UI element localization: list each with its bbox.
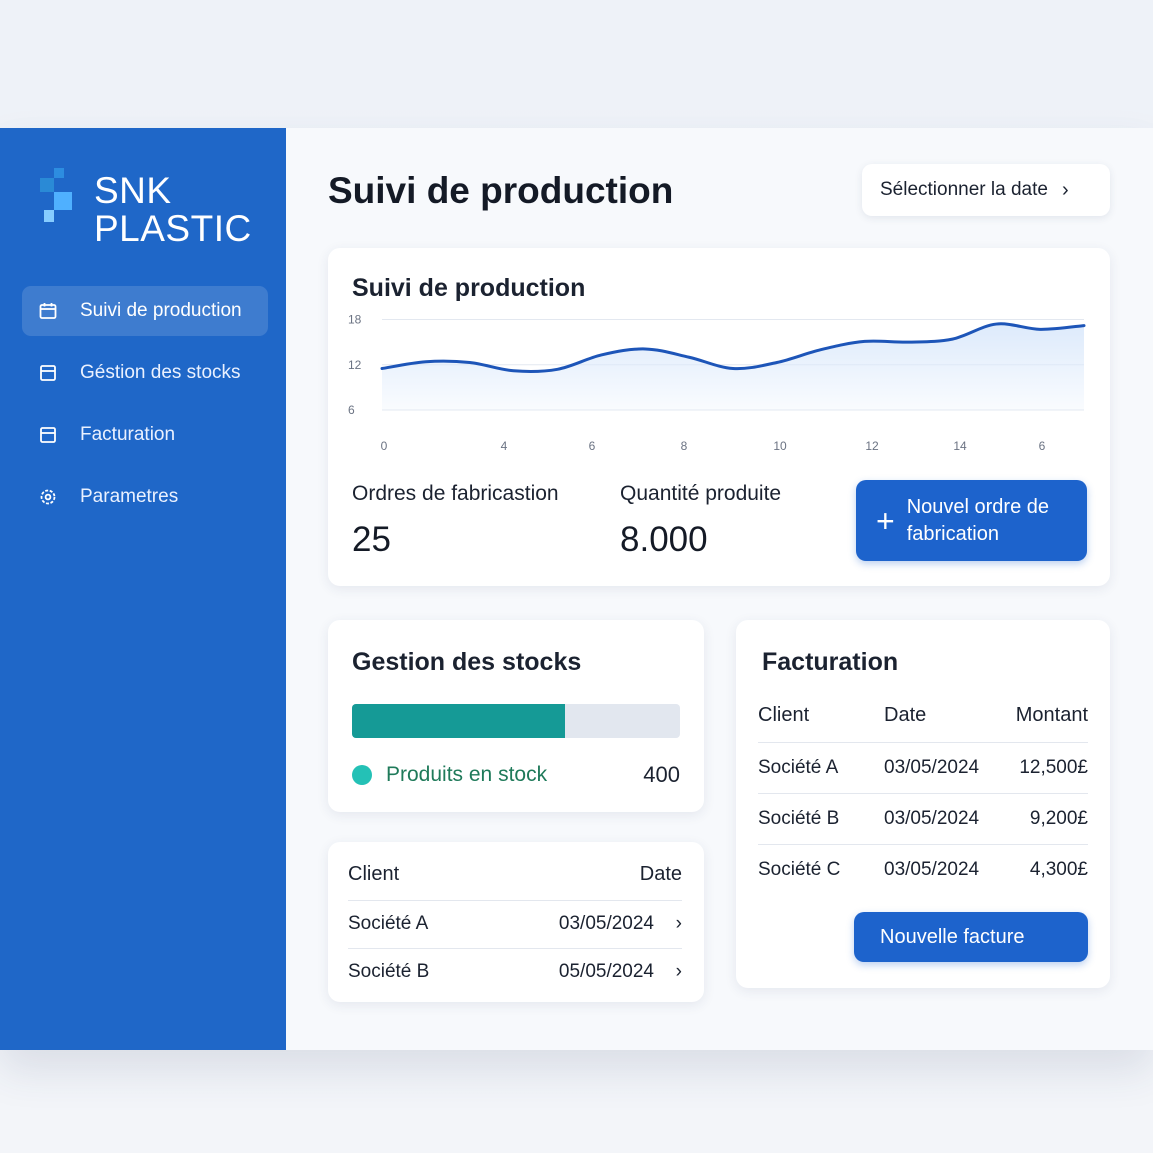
clients-table: Client Date Société A 03/05/2024 › Socié… <box>348 850 682 996</box>
calendar-icon <box>38 301 58 321</box>
table-row[interactable]: Société B 05/05/2024 › <box>348 948 682 996</box>
date-cell: 03/05/2024 <box>884 793 1000 845</box>
stock-progress-bar <box>352 704 680 738</box>
quantity-value: 8.000 <box>620 520 708 559</box>
date-cell: 03/05/2024 <box>884 858 980 880</box>
billing-card-title: Facturation <box>762 648 899 676</box>
select-date-label: Sélectionner la date <box>880 179 1048 200</box>
column-header-client: Client <box>758 690 884 743</box>
date-cell: 03/05/2024 <box>489 900 654 949</box>
new-order-button[interactable]: + Nouvel ordre de fabrication <box>856 480 1087 561</box>
date-cell: 03/05/2024 <box>884 742 1000 794</box>
column-header-client: Client <box>348 850 490 901</box>
sidebar-item-label: Facturation <box>80 424 176 445</box>
orders-label: Ordres de fabricastion <box>352 482 559 505</box>
billing-table: Client Date Montant Société A 03/05/2024… <box>758 690 1088 895</box>
date-cell: 05/05/2024 <box>558 961 654 983</box>
production-chart: 18 12 6 0 4 6 8 10 12 14 6 <box>348 313 1086 453</box>
amount-cell: 9,200£ <box>999 793 1088 845</box>
stock-legend-value: 400 <box>643 762 680 787</box>
column-header-montant: Montant <box>999 690 1088 743</box>
billing-card: Facturation Client Date Montant Société … <box>736 620 1110 988</box>
stock-legend-dot <box>352 765 372 785</box>
client-cell: Société A <box>348 900 490 949</box>
orders-value: 25 <box>352 520 391 559</box>
client-cell: Société B <box>348 961 430 983</box>
client-cell: Société B <box>758 793 884 845</box>
chart-x-tick-label: 14 <box>953 439 967 453</box>
table-row[interactable]: Société C 03/05/2024 4,300£ <box>758 844 1088 895</box>
select-date-button[interactable]: Sélectionner la date › <box>862 164 1110 216</box>
new-order-label: Nouvel ordre de fabrication <box>906 495 1049 545</box>
stock-progress-fill <box>352 704 566 738</box>
amount-cell: 4,300£ <box>1029 858 1088 880</box>
table-row[interactable]: Société B 03/05/2024 9,200£ <box>758 793 1088 845</box>
clients-card: Client Date Société A 03/05/2024 › Socié… <box>328 842 704 1002</box>
stock-card: Gestion des stocks Produits en stock 400 <box>328 620 704 812</box>
chart-x-tick-label: 0 <box>381 439 388 453</box>
chart-y-tick-label: 6 <box>348 403 355 417</box>
column-header-date: Date <box>489 850 682 901</box>
plus-icon: + <box>876 502 895 539</box>
new-invoice-label: Nouvelle facture <box>880 925 1025 948</box>
client-cell: Société C <box>758 858 841 880</box>
brand-line-2: PLASTIC <box>94 208 252 249</box>
new-invoice-button[interactable]: Nouvelle facture <box>854 912 1088 962</box>
sidebar-item-suivi-production[interactable]: Suivi de production <box>22 286 268 336</box>
sidebar-item-facturation[interactable]: Facturation <box>22 410 268 460</box>
column-header-date: Date <box>884 690 1000 743</box>
billing-table-header: Client Date Montant <box>758 690 1088 743</box>
clients-table-header: Client Date <box>348 850 682 901</box>
brand-logo: SNK PLASTIC <box>40 168 268 248</box>
table-row[interactable]: Société A 03/05/2024 › <box>348 900 682 949</box>
sidebar-item-label: Parametres <box>80 486 179 507</box>
brand-name: SNK PLASTIC <box>94 168 252 248</box>
chevron-right-icon: › <box>1061 178 1069 201</box>
production-card: Suivi de production 18 12 6 0 4 6 8 10 12 14 6 Ord… <box>328 248 1110 586</box>
chart-x-tick-label: 10 <box>773 439 787 453</box>
sidebar-item-gestion-stocks[interactable]: Géstion des stocks <box>22 348 268 398</box>
stock-legend-label: Produits en stock <box>386 763 548 786</box>
chart-y-tick-label: 18 <box>348 313 362 327</box>
chevron-right-icon[interactable]: › <box>654 948 682 996</box>
invoice-icon <box>38 425 58 445</box>
box-icon <box>38 363 58 383</box>
sidebar-item-parametres[interactable]: Parametres <box>22 472 268 522</box>
logo-mark-icon <box>40 168 80 228</box>
chart-x-tick-label: 6 <box>1039 439 1046 453</box>
amount-cell: 12,500£ <box>999 742 1088 794</box>
main-content: Suivi de production Sélectionner la date… <box>286 128 1153 1050</box>
page-title: Suivi de production <box>328 170 674 211</box>
app-window: SNK PLASTIC Suivi de production Géstion … <box>0 128 1153 1050</box>
stock-legend: Produits en stock 400 <box>352 762 680 788</box>
chart-x-tick-label: 12 <box>865 439 879 453</box>
sidebar-item-label: Géstion des stocks <box>80 362 241 383</box>
production-card-title: Suivi de production <box>352 274 586 302</box>
chevron-right-icon[interactable]: › <box>654 900 682 949</box>
chart-y-tick-label: 12 <box>348 358 362 372</box>
gear-icon <box>38 487 58 507</box>
client-cell: Société A <box>758 742 884 794</box>
stock-card-title: Gestion des stocks <box>352 648 582 676</box>
sidebar: SNK PLASTIC Suivi de production Géstion … <box>0 128 286 1050</box>
brand-line-1: SNK <box>94 170 172 211</box>
sidebar-item-label: Suivi de production <box>80 300 242 321</box>
table-row[interactable]: Société A 03/05/2024 12,500£ <box>758 742 1088 794</box>
quantity-label: Quantité produite <box>620 482 782 505</box>
chart-x-tick-label: 8 <box>681 439 688 453</box>
chart-x-tick-label: 6 <box>589 439 596 453</box>
chart-x-tick-label: 4 <box>501 439 508 453</box>
